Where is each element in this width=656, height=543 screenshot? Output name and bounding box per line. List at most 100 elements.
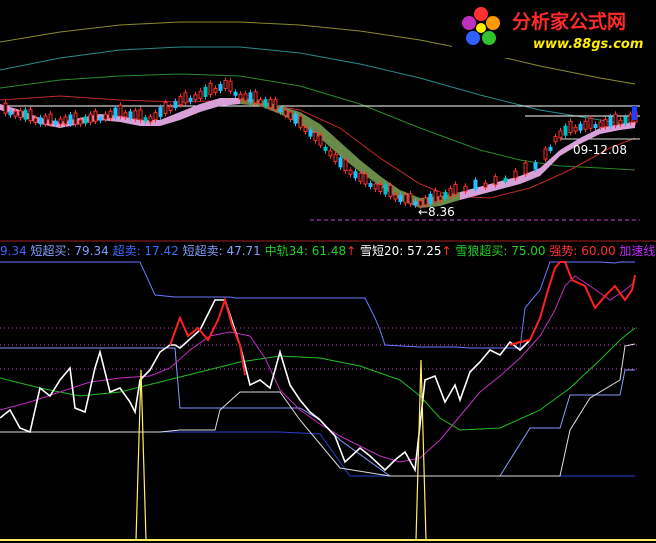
- legend-arrow-icon: ↑: [441, 244, 451, 258]
- candle-body: [13, 110, 18, 117]
- candle-body: [328, 150, 333, 157]
- candle-body: [323, 146, 328, 151]
- ribbon-band-pink-right: [460, 122, 635, 200]
- candle-body: [253, 91, 258, 104]
- candle-body: [243, 93, 248, 102]
- candle-body: [148, 116, 153, 123]
- candle-body: [353, 171, 358, 179]
- candle-body: [603, 119, 608, 128]
- line-short-overbought: [0, 261, 635, 349]
- candle-body: [138, 109, 143, 121]
- candle-body: [313, 132, 318, 142]
- candle-body: [93, 110, 98, 122]
- candle-body: [588, 117, 593, 129]
- candle-body: [393, 194, 398, 200]
- candle-body: [193, 94, 198, 101]
- candle-body: [618, 119, 623, 125]
- candle-body: [153, 112, 158, 121]
- candle-body: [413, 201, 418, 206]
- candle-body: [423, 197, 428, 206]
- indicator-panel: [0, 261, 656, 541]
- candle-body: [263, 99, 268, 107]
- candles-group: [3, 77, 638, 209]
- candle-body: [318, 134, 323, 146]
- candle-body: [338, 157, 343, 168]
- candle-body: [248, 92, 253, 103]
- candle-body: [223, 79, 228, 89]
- candle-body: [98, 116, 103, 121]
- candle-body: [483, 182, 488, 188]
- range-label-annotation: 09-12.08: [573, 143, 627, 157]
- candle-body: [3, 102, 8, 114]
- candle-body: [233, 91, 238, 96]
- candle-body: [43, 115, 48, 125]
- legend-arrow-icon: ↑: [346, 244, 356, 258]
- candle-body: [398, 195, 403, 202]
- candle-body: [378, 184, 383, 192]
- candle-body: [28, 109, 33, 122]
- candle-body: [63, 116, 68, 125]
- highlight-candle: [632, 106, 637, 120]
- candle-body: [108, 110, 113, 119]
- candle-body: [628, 113, 633, 123]
- candle-body: [23, 109, 28, 120]
- stock-chart-canvas: ←8.36 09-12.08 9.34 短超买: 79.34 超卖: 17.42…: [0, 0, 656, 541]
- candle-body: [598, 121, 603, 128]
- candle-body: [18, 110, 23, 119]
- candle-body: [118, 104, 123, 117]
- candle-body: [113, 107, 118, 118]
- indicator-legend: 9.34 短超买: 79.34 超卖: 17.42 短超卖: 47.71 中轨3…: [0, 243, 655, 258]
- candle-body: [453, 183, 458, 195]
- candle-body: [368, 183, 373, 187]
- candle-body: [548, 146, 553, 151]
- candle-body: [158, 107, 163, 118]
- legend-item: 强势: 60.00: [546, 244, 616, 258]
- candle-body: [433, 190, 438, 203]
- candle-body: [258, 99, 263, 105]
- candle-body: [573, 126, 578, 132]
- candle-body: [73, 112, 78, 125]
- candle-body: [228, 80, 233, 92]
- candle-body: [568, 121, 573, 134]
- candle-body: [203, 86, 208, 97]
- candle-body: [183, 92, 188, 104]
- candle-body: [88, 113, 93, 123]
- candle-body: [533, 162, 538, 170]
- candle-body: [493, 176, 498, 186]
- legend-item: 雪短20: 57.25: [356, 244, 441, 258]
- candle-body: [178, 96, 183, 106]
- legend-item: 短超买: 79.34: [27, 243, 109, 258]
- candle-body: [333, 153, 338, 162]
- candle-body: [583, 120, 588, 130]
- candle-body: [593, 124, 598, 129]
- candle-body: [188, 97, 193, 102]
- candle-body: [163, 102, 168, 115]
- logo-url: www.88gs.com: [533, 37, 643, 52]
- candle-body: [578, 123, 583, 131]
- site-logo: 分析家公式网 www.88gs.com: [452, 0, 656, 58]
- candle-body: [208, 82, 213, 95]
- candle-body: [133, 110, 138, 120]
- legend-item: 雪狼超买: 75.00: [452, 243, 546, 258]
- candle-body: [123, 112, 128, 118]
- legend-item: 短超卖: 47.71: [179, 243, 261, 258]
- candle-body: [473, 179, 478, 190]
- candle-body: [448, 187, 453, 197]
- candle-body: [373, 183, 378, 190]
- candle-body: [463, 185, 468, 192]
- low-marker-annotation: ←8.36: [418, 205, 455, 219]
- candle-body: [218, 83, 223, 91]
- candle-body: [443, 191, 448, 199]
- candle-body: [383, 184, 388, 195]
- candle-body: [238, 93, 243, 100]
- candle-body: [343, 159, 348, 172]
- candle-body: [558, 130, 563, 139]
- candle-body: [48, 113, 53, 125]
- candle-body: [198, 90, 203, 99]
- candle-body: [428, 193, 433, 204]
- candle-body: [623, 116, 628, 124]
- line-oversold: [0, 431, 635, 477]
- candle-body: [83, 116, 88, 124]
- candle-body: [438, 195, 443, 201]
- candle-body: [308, 129, 313, 137]
